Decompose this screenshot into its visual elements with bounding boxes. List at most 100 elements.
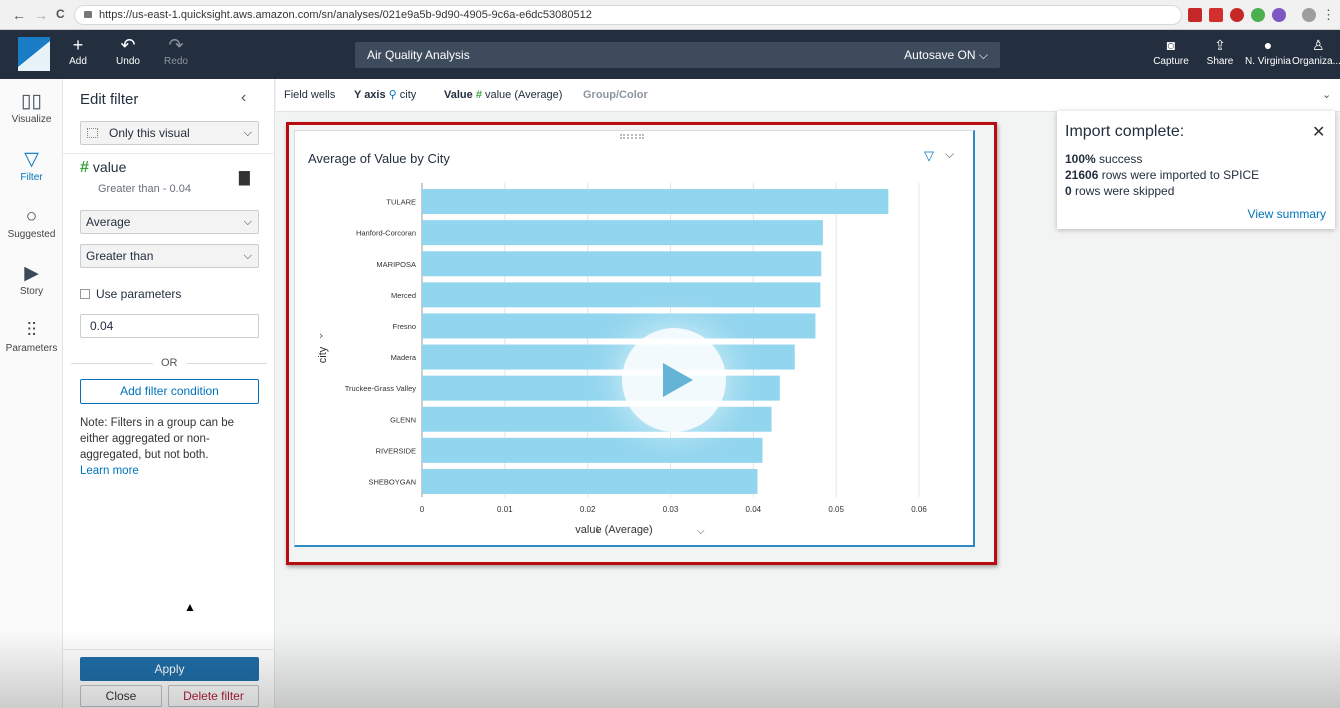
toast-line-skipped: 0 rows were skipped <box>1065 184 1175 198</box>
x-tick-label: 0.04 <box>746 505 762 514</box>
collapse-panel-icon[interactable]: ‹ <box>241 89 246 107</box>
analysis-name: Air Quality Analysis <box>367 48 470 62</box>
menu-icon[interactable]: ⋮ <box>1322 8 1336 22</box>
location-pin-icon: ⚲ <box>388 89 397 101</box>
chevron-down-icon: ⌵ <box>243 250 252 262</box>
reload-icon[interactable]: C <box>56 7 65 21</box>
redo-button[interactable]: ↷ Redo <box>154 34 198 67</box>
bar <box>422 220 823 246</box>
category-label: Hanford-Corcoran <box>356 229 416 238</box>
profile-icon[interactable] <box>1302 8 1316 22</box>
filter-value-input[interactable]: 0.04 <box>80 314 259 338</box>
filter-field: # value <box>80 159 127 176</box>
expand-wells-icon[interactable]: ⌄ <box>1322 79 1331 112</box>
category-label: GLENN <box>390 415 416 424</box>
sliders-icon: ⫶⫶ <box>26 320 37 341</box>
bar <box>422 251 822 277</box>
use-parameters-checkbox[interactable]: Use parameters <box>80 287 181 301</box>
visual-icon <box>87 128 98 138</box>
numeric-field-icon: # <box>475 89 482 101</box>
extension-icon[interactable] <box>1251 8 1265 22</box>
lock-icon <box>84 11 92 18</box>
chevron-down-icon: ⌵ <box>243 216 252 228</box>
bar <box>422 282 821 308</box>
import-toast: Import complete: ✕ 100% success 21606 ro… <box>1057 111 1335 229</box>
x-tick-label: 0.01 <box>497 505 513 514</box>
y-axis-title: city <box>317 346 329 363</box>
learn-more-link[interactable]: Learn more <box>80 465 139 477</box>
delete-filter-button[interactable]: Delete filter <box>168 685 259 707</box>
toast-line-imported: 21606 rows were imported to SPICE <box>1065 168 1260 182</box>
rail-visualize[interactable]: ▯▯ Visualize <box>0 89 63 125</box>
account-menu[interactable]: ♙ Organiza... <box>1292 34 1340 67</box>
apply-button[interactable]: Apply <box>80 657 259 681</box>
user-icon: ♙ <box>1312 37 1325 53</box>
x-axis-title: value (Average) <box>575 524 652 536</box>
scope-select[interactable]: Only this visual ⌵ <box>80 121 259 145</box>
gmail-extension-icon[interactable] <box>1188 8 1202 22</box>
field-wells-bar: Field wells Y axis ⚲ city Value # value … <box>276 79 1340 112</box>
location-pin-icon: ● <box>1263 37 1273 53</box>
x-tick-label: 0.06 <box>911 505 927 514</box>
category-label: Fresno <box>393 322 416 331</box>
camera-icon: ◙ <box>1166 37 1176 53</box>
chevron-down-icon: ⌵ <box>978 48 988 62</box>
rail-filter[interactable]: ▽ Filter <box>0 147 63 183</box>
play-icon <box>663 363 693 397</box>
undo-button[interactable]: ↶ Undo <box>106 34 150 67</box>
condition-select[interactable]: Greater than ⌵ <box>80 244 259 268</box>
filter-note: Note: Filters in a group can be either a… <box>80 417 235 477</box>
adblock-extension-icon[interactable] <box>1230 8 1244 22</box>
quicksight-logo[interactable] <box>18 37 50 71</box>
bar-chart-visual[interactable]: Average of Value by City ▽ ⌵ 0 0.01 0.02 0.… <box>294 130 975 547</box>
rail-parameters[interactable]: ⫶⫶ Parameters <box>0 318 63 354</box>
rail-suggested[interactable]: ○ Suggested <box>0 204 63 240</box>
divider <box>63 153 275 154</box>
filter-summary: Greater than - 0.04 <box>98 183 191 195</box>
browser-chrome: ← → C https://us-east-1.quicksight.aws.a… <box>0 0 1340 30</box>
capture-button[interactable]: ◙ Capture <box>1149 34 1193 67</box>
forward-icon[interactable]: → <box>34 7 48 23</box>
story-icon: ▶ <box>24 263 39 284</box>
bar <box>422 437 763 463</box>
share-icon: ⇪ <box>1214 37 1226 53</box>
category-label: RIVERSIDE <box>376 446 416 455</box>
redo-icon: ↷ <box>168 35 184 55</box>
back-icon[interactable]: ← <box>12 7 26 23</box>
extension-icon-2[interactable] <box>1272 8 1286 22</box>
add-button[interactable]: + Add <box>56 34 100 67</box>
chevron-down-icon: ⌵ <box>697 526 705 537</box>
divider <box>63 649 275 650</box>
region-selector[interactable]: ● N. Virginia <box>1243 34 1293 67</box>
mouse-cursor-icon: ▲ <box>184 600 196 614</box>
autosave-dropdown[interactable]: Autosave ON ⌵ <box>904 42 988 68</box>
category-label: Madera <box>391 353 417 362</box>
trash-icon[interactable]: ▇ <box>239 169 250 186</box>
analysis-name-field[interactable]: Air Quality Analysis Autosave ON ⌵ <box>355 42 1000 68</box>
share-button[interactable]: ⇪ Share <box>1198 34 1242 67</box>
numeric-field-icon: # <box>80 159 89 176</box>
category-label: SHEBOYGAN <box>368 477 416 486</box>
group-color-well[interactable]: Group/Color <box>583 79 648 112</box>
toast-title: Import complete: <box>1065 123 1185 140</box>
x-tick-label: 0 <box>420 505 425 514</box>
field-wells-label: Field wells <box>284 89 336 101</box>
add-filter-condition-button[interactable]: Add filter condition <box>80 379 259 404</box>
bar <box>422 468 758 494</box>
value-well[interactable]: Value # value (Average) <box>444 79 562 112</box>
panel-title: Edit filter <box>80 91 139 108</box>
funnel-icon: ▽ <box>24 149 39 170</box>
bar <box>422 313 816 339</box>
aggregation-select[interactable]: Average ⌵ <box>80 210 259 234</box>
close-icon[interactable]: ✕ <box>1312 122 1325 142</box>
bar-chart: 0 0.01 0.02 0.03 0.04 0.05 0.06 TULARE Hanford-C… <box>317 183 927 537</box>
video-play-button[interactable] <box>622 328 726 432</box>
close-button[interactable]: Close <box>80 685 162 707</box>
app-bar: + Add ↶ Undo ↷ Redo Air Quality Analysis… <box>0 30 1340 79</box>
view-summary-link[interactable]: View summary <box>1248 207 1326 221</box>
rail-story[interactable]: ▶ Story <box>0 261 63 297</box>
url-bar[interactable]: https://us-east-1.quicksight.aws.amazon.… <box>74 5 1182 25</box>
y-axis-well[interactable]: Y axis ⚲ city <box>354 79 416 112</box>
pdf-extension-icon[interactable] <box>1209 8 1223 22</box>
url-text: https://us-east-1.quicksight.aws.amazon.… <box>99 9 592 21</box>
